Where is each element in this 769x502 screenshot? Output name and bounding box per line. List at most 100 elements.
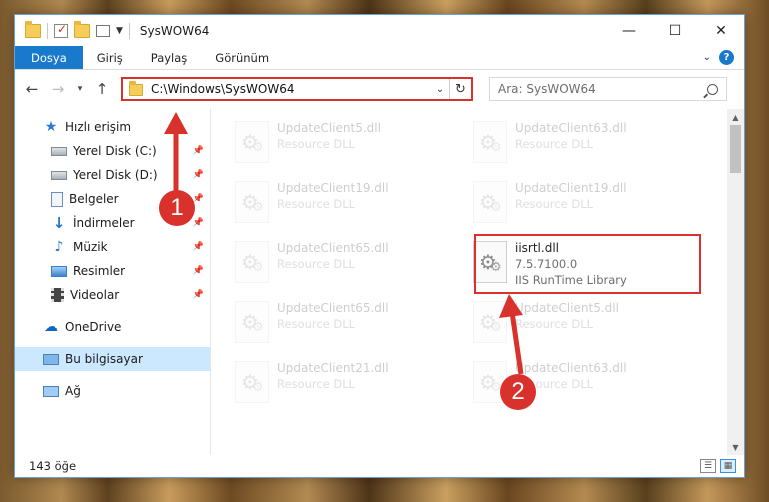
file-info: UpdateClient5.dll Resource DLL	[277, 121, 381, 151]
sidebar-item[interactable]: Resimler 📌	[15, 259, 210, 283]
search-box[interactable]: Ara: SysWOW64	[489, 77, 727, 101]
chevron-down-icon[interactable]: ⌄	[703, 52, 711, 63]
properties-check-icon[interactable]	[54, 22, 68, 38]
recent-locations-button[interactable]: ▾	[73, 78, 87, 100]
window-title: SysWOW64	[139, 23, 210, 38]
address-dropdown-icon[interactable]: ⌄	[431, 84, 449, 95]
tab-share[interactable]: Paylaş	[137, 46, 202, 69]
details-view-icon[interactable]: ☰	[700, 459, 716, 473]
file-description: Resource DLL	[515, 197, 594, 211]
file-name: UpdateClient5.dll	[277, 121, 381, 135]
pin-icon[interactable]: 📌	[193, 290, 204, 300]
dll-file-icon	[235, 121, 269, 163]
folder-icon	[129, 81, 143, 96]
sidebar-item[interactable]: Yerel Disk (C:) 📌	[15, 139, 210, 163]
pin-icon[interactable]: 📌	[193, 170, 204, 180]
step-badge-2: 2	[500, 374, 536, 410]
file-name: UpdateClient19.dll	[515, 181, 627, 195]
view-buttons: ☰ ▦	[700, 459, 736, 473]
dll-file-icon	[473, 121, 507, 163]
tab-file[interactable]: Dosya	[15, 46, 83, 69]
file-item[interactable]: UpdateClient63.dll Resource DLL	[473, 115, 711, 175]
dll-file-icon	[235, 241, 269, 283]
file-name: UpdateClient63.dll	[515, 361, 627, 375]
file-item[interactable]: UpdateClient21.dll Resource DLL	[235, 355, 473, 415]
forward-button[interactable]: →	[47, 78, 69, 100]
vertical-scrollbar[interactable]: ▲ ▼	[727, 109, 744, 455]
back-button[interactable]: ←	[21, 78, 43, 100]
search-icon[interactable]	[707, 83, 718, 95]
highlight-box	[474, 234, 701, 294]
file-item[interactable]: UpdateClient19.dll Resource DLL	[235, 175, 473, 235]
properties-icon[interactable]	[96, 24, 110, 37]
minimize-button[interactable]: —	[606, 15, 652, 46]
file-description: Resource DLL	[277, 197, 356, 211]
sidebar-item-label: Bu bilgisayar	[65, 352, 143, 366]
new-folder-icon[interactable]	[74, 20, 90, 38]
pin-icon[interactable]: 📌	[193, 266, 204, 276]
folder-icon	[25, 20, 41, 38]
pictures-icon	[51, 265, 67, 277]
quick-access-toolbar: ▼	[15, 20, 130, 39]
file-name: UpdateClient5.dll	[515, 301, 619, 315]
status-bar: 143 öğe ☰ ▦	[15, 455, 744, 477]
file-info: UpdateClient21.dll Resource DLL	[277, 361, 389, 391]
divider	[128, 22, 130, 39]
dll-file-icon	[235, 301, 269, 343]
address-bar[interactable]: C:\Windows\SysWOW64 ⌄ ↻	[121, 77, 473, 101]
pin-icon[interactable]: 📌	[193, 194, 204, 204]
address-path[interactable]: C:\Windows\SysWOW64	[151, 82, 431, 96]
sidebar-item[interactable]: Videolar 📌	[15, 283, 210, 307]
pin-icon[interactable]: 📌	[193, 218, 204, 228]
network-icon	[43, 385, 59, 397]
customize-toolbar-icon[interactable]: ▼	[116, 26, 123, 36]
pin-icon[interactable]: 📌	[193, 146, 204, 156]
file-item[interactable]: UpdateClient65.dll Resource DLL	[235, 235, 473, 295]
tab-view[interactable]: Görünüm	[201, 46, 283, 69]
scroll-up-icon[interactable]: ▲	[727, 109, 744, 125]
sidebar-item-label: Ağ	[65, 384, 81, 398]
sidebar-item-label: Müzik	[73, 240, 108, 254]
music-icon: ♪	[54, 239, 64, 255]
pin-icon[interactable]: 📌	[193, 242, 204, 252]
sidebar-item-label: Hızlı erişim	[65, 120, 132, 134]
dll-file-icon	[235, 361, 269, 403]
file-item[interactable]: UpdateClient5.dll Resource DLL	[235, 115, 473, 175]
sidebar-item-label: Resimler	[73, 264, 126, 278]
documents-icon	[51, 191, 63, 207]
dll-file-icon	[473, 301, 507, 343]
file-description: Resource DLL	[277, 137, 356, 151]
dll-file-icon	[473, 181, 507, 223]
file-name: UpdateClient63.dll	[515, 121, 627, 135]
sidebar-item-label: Videolar	[70, 288, 120, 302]
up-button[interactable]: ↑	[91, 78, 113, 100]
file-item[interactable]: UpdateClient5.dll Resource DLL	[473, 295, 711, 355]
file-description: Resource DLL	[277, 257, 356, 271]
sidebar-item[interactable]: Ağ	[15, 379, 210, 403]
this-pc-icon	[43, 353, 59, 365]
file-item[interactable]: UpdateClient65.dll Resource DLL	[235, 295, 473, 355]
file-name: UpdateClient65.dll	[277, 301, 389, 315]
sidebar-item-label: Yerel Disk (C:)	[73, 144, 157, 158]
item-count: 143 öğe	[29, 459, 77, 473]
ribbon-tabs: Dosya Giriş Paylaş Görünüm ⌄ ?	[15, 46, 744, 70]
sidebar-item[interactable]: Yerel Disk (D:) 📌	[15, 163, 210, 187]
tiles-view-icon[interactable]: ▦	[720, 459, 736, 473]
refresh-button[interactable]: ↻	[449, 79, 471, 99]
sidebar-item[interactable]: ☁ OneDrive	[15, 315, 210, 339]
file-description: Resource DLL	[277, 377, 356, 391]
file-item[interactable]: UpdateClient19.dll Resource DLL	[473, 175, 711, 235]
maximize-button[interactable]: ☐	[652, 15, 698, 46]
scrollbar-thumb[interactable]	[730, 125, 741, 173]
file-name: UpdateClient19.dll	[277, 181, 389, 195]
sidebar-item[interactable]: ♪ Müzik 📌	[15, 235, 210, 259]
close-button[interactable]: ✕	[698, 15, 744, 46]
help-icon[interactable]: ?	[719, 50, 734, 65]
dll-file-icon	[235, 181, 269, 223]
sidebar-item[interactable]: ★ Hızlı erişim	[15, 115, 210, 139]
tab-home[interactable]: Giriş	[83, 46, 137, 69]
sidebar-item[interactable]: Bu bilgisayar	[15, 347, 210, 371]
scroll-down-icon[interactable]: ▼	[727, 439, 744, 455]
step-badge-1: 1	[159, 190, 195, 226]
search-input[interactable]: Ara: SysWOW64	[498, 82, 707, 96]
